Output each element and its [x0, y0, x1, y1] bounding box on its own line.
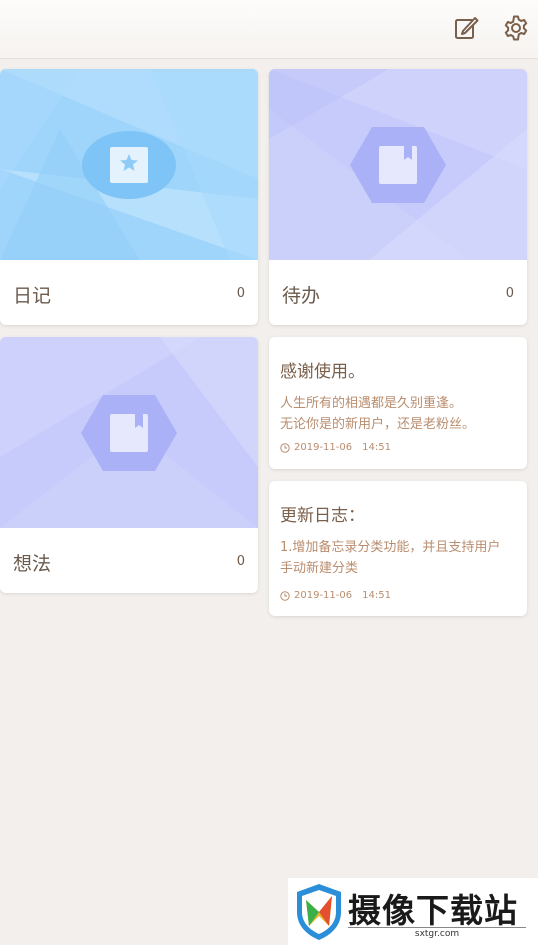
- category-name: 日记: [13, 285, 52, 307]
- star-note-icon: [82, 130, 176, 199]
- top-toolbar: [0, 0, 538, 59]
- category-card-diary[interactable]: 日记 0: [0, 69, 258, 325]
- note-line: 人生所有的相遇都是久别重逢。: [280, 396, 463, 411]
- category-banner: [269, 69, 527, 260]
- note-line: 手动新建分类: [280, 561, 359, 576]
- note-body: 1.增加备忘录分类功能，并且支持用户 手动新建分类: [280, 537, 517, 579]
- clock-icon: [280, 442, 290, 453]
- note-time: 14:51: [362, 590, 391, 601]
- note-timestamp: 2019-11-06 14:51: [280, 442, 391, 453]
- clock-icon: [280, 590, 290, 601]
- category-banner: [0, 337, 258, 528]
- note-card[interactable]: 感谢使用。 人生所有的相遇都是久别重逢。 无论你是的新用户，还是老粉丝。 201…: [269, 337, 527, 469]
- note-line: 无论你是的新用户，还是老粉丝。: [280, 417, 476, 432]
- category-name: 待办: [282, 285, 321, 307]
- note-title: 更新日志：: [280, 506, 365, 526]
- edit-note-icon[interactable]: [452, 14, 480, 42]
- note-date: 2019-11-06: [294, 442, 353, 453]
- category-count: 0: [505, 286, 514, 301]
- note-body: 人生所有的相遇都是久别重逢。 无论你是的新用户，还是老粉丝。: [280, 393, 517, 435]
- category-footer: 想法 0: [0, 528, 258, 593]
- category-footer: 待办 0: [269, 260, 527, 325]
- note-card[interactable]: 更新日志： 1.增加备忘录分类功能，并且支持用户 手动新建分类 2019-11-…: [269, 481, 527, 616]
- category-card-ideas[interactable]: 想法 0: [0, 337, 258, 593]
- note-title: 感谢使用。: [280, 362, 365, 382]
- category-count: 0: [236, 554, 245, 569]
- note-timestamp: 2019-11-06 14:51: [280, 590, 391, 601]
- watermark: 摄像下载站 sxtgr.com: [288, 878, 538, 945]
- bookmark-book-icon: [350, 126, 446, 203]
- note-line: 1.增加备忘录分类功能，并且支持用户: [280, 540, 501, 555]
- category-count: 0: [236, 286, 245, 301]
- category-card-todo[interactable]: 待办 0: [269, 69, 527, 325]
- gear-icon[interactable]: [502, 14, 530, 42]
- bookmark-book-icon: [81, 394, 177, 471]
- category-footer: 日记 0: [0, 260, 258, 325]
- note-time: 14:51: [362, 442, 391, 453]
- watermark-domain: sxtgr.com: [348, 927, 526, 939]
- watermark-title: 摄像下载站: [348, 891, 518, 930]
- category-name: 想法: [13, 553, 52, 575]
- category-banner: [0, 69, 258, 260]
- shield-logo-icon: [297, 884, 341, 940]
- note-date: 2019-11-06: [294, 590, 353, 601]
